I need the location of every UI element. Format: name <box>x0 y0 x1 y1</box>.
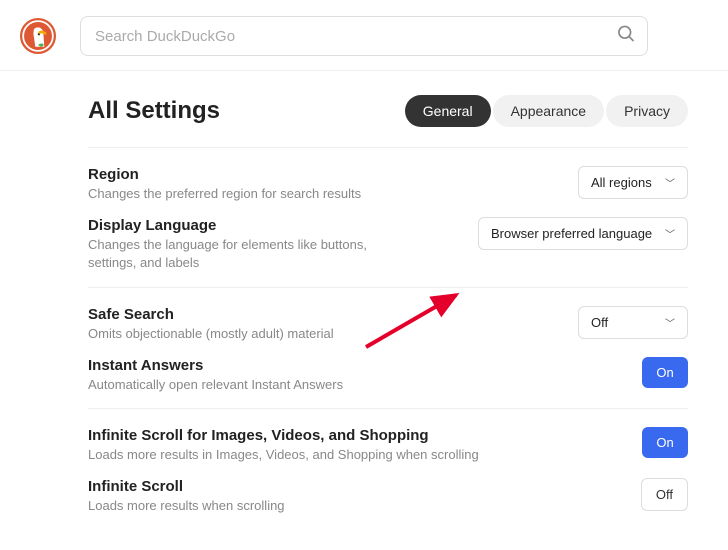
tab-appearance[interactable]: Appearance <box>493 95 605 127</box>
section-locale: Region Changes the preferred region for … <box>88 147 688 287</box>
title-row: All Settings General Appearance Privacy <box>88 95 688 147</box>
tabs: General Appearance Privacy <box>405 95 688 127</box>
instant-answers-desc: Automatically open relevant Instant Answ… <box>88 376 626 394</box>
display-language-title: Display Language <box>88 217 462 234</box>
infinite-scroll-media-desc: Loads more results in Images, Videos, an… <box>88 446 626 464</box>
safe-search-value: Off <box>591 315 608 330</box>
display-language-value: Browser preferred language <box>491 226 652 241</box>
safe-search-title: Safe Search <box>88 306 562 323</box>
header-bar <box>0 0 728 71</box>
duckduckgo-logo-icon[interactable] <box>20 18 56 54</box>
infinite-scroll-media-toggle[interactable]: On <box>642 427 688 458</box>
page-title: All Settings <box>88 97 220 125</box>
infinite-scroll-media-title: Infinite Scroll for Images, Videos, and … <box>88 427 626 444</box>
tab-privacy[interactable]: Privacy <box>606 95 688 127</box>
instant-answers-toggle[interactable]: On <box>642 357 688 388</box>
chevron-down-icon: ﹀ <box>665 315 675 330</box>
row-instant-answers: Instant Answers Automatically open relev… <box>88 357 688 394</box>
row-region: Region Changes the preferred region for … <box>88 166 688 203</box>
region-desc: Changes the preferred region for search … <box>88 185 562 203</box>
display-language-select[interactable]: Browser preferred language ﹀ <box>478 217 688 250</box>
search-input[interactable] <box>80 16 648 56</box>
section-scroll: Infinite Scroll for Images, Videos, and … <box>88 408 688 529</box>
chevron-down-icon: ﹀ <box>665 175 675 190</box>
chevron-down-icon: ﹀ <box>665 226 675 241</box>
search-icon[interactable] <box>616 24 636 49</box>
row-safe-search: Safe Search Omits objectionable (mostly … <box>88 306 688 343</box>
row-display-language: Display Language Changes the language fo… <box>88 217 688 272</box>
infinite-scroll-toggle[interactable]: Off <box>641 478 688 511</box>
region-value: All regions <box>591 175 652 190</box>
region-select[interactable]: All regions ﹀ <box>578 166 688 199</box>
display-language-desc: Changes the language for elements like b… <box>88 236 378 272</box>
search-bar <box>80 16 648 56</box>
safe-search-desc: Omits objectionable (mostly adult) mater… <box>88 325 562 343</box>
row-infinite-scroll-media: Infinite Scroll for Images, Videos, and … <box>88 427 688 464</box>
row-infinite-scroll: Infinite Scroll Loads more results when … <box>88 478 688 515</box>
tab-general[interactable]: General <box>405 95 491 127</box>
safe-search-select[interactable]: Off ﹀ <box>578 306 688 339</box>
settings-content: All Settings General Appearance Privacy … <box>0 71 728 529</box>
section-safe-instant: Safe Search Omits objectionable (mostly … <box>88 287 688 408</box>
region-title: Region <box>88 166 562 183</box>
infinite-scroll-title: Infinite Scroll <box>88 478 625 495</box>
instant-answers-title: Instant Answers <box>88 357 626 374</box>
infinite-scroll-desc: Loads more results when scrolling <box>88 497 625 515</box>
